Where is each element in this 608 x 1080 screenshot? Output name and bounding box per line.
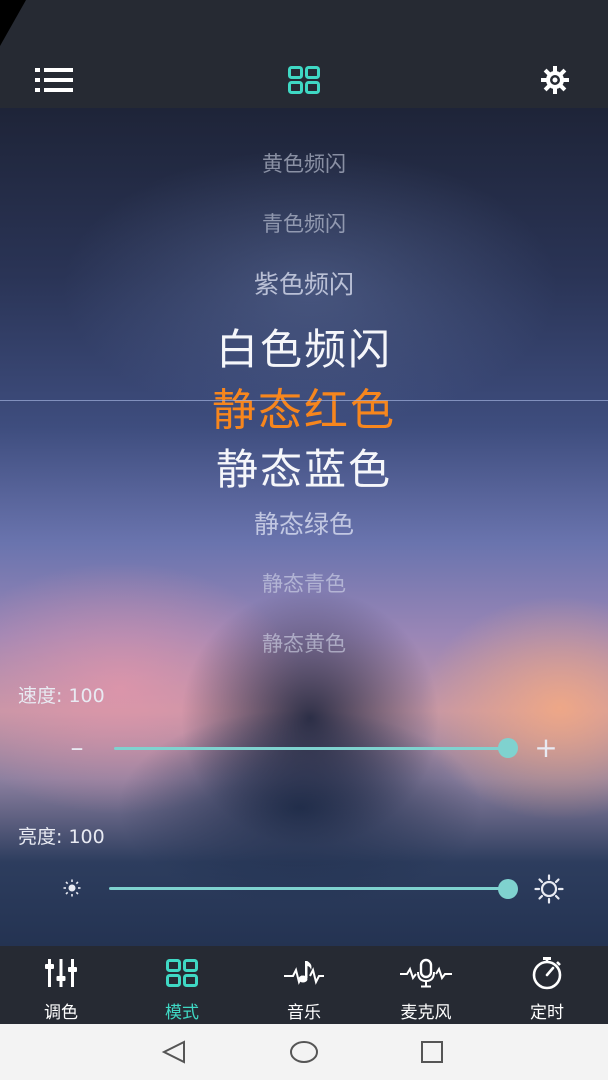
nav-label: 调色 bbox=[44, 1003, 78, 1023]
sliders-icon bbox=[11, 956, 111, 990]
home-circle-icon[interactable] bbox=[274, 1024, 334, 1080]
music-note-icon bbox=[254, 956, 354, 990]
nav-label: 模式 bbox=[165, 1003, 199, 1023]
mode-option[interactable]: 静态青色 bbox=[0, 568, 608, 598]
speed-label-text: 速度: bbox=[18, 685, 63, 707]
mode-option-selected[interactable]: 静态红色 bbox=[0, 374, 608, 438]
brightness-high-icon[interactable] bbox=[532, 872, 566, 906]
brightness-label: 亮度: 100 bbox=[18, 822, 105, 849]
nav-tab-mode[interactable]: 模式 bbox=[132, 946, 232, 1024]
brightness-slider-track[interactable] bbox=[109, 887, 508, 890]
system-navigation-bar bbox=[0, 1024, 608, 1080]
mode-option[interactable]: 黄色频闪 bbox=[0, 148, 608, 178]
mode-option[interactable]: 静态蓝色 bbox=[0, 436, 608, 497]
app-header bbox=[0, 52, 608, 108]
status-bar bbox=[0, 0, 608, 52]
nav-tab-color[interactable]: 调色 bbox=[11, 946, 111, 1024]
nav-tab-microphone[interactable]: 麦克风 bbox=[376, 946, 476, 1024]
brightness-low-icon[interactable] bbox=[60, 876, 84, 900]
grid-icon bbox=[132, 956, 232, 990]
speed-slider-track[interactable] bbox=[114, 747, 508, 750]
speed-increase-button[interactable]: + bbox=[531, 731, 561, 764]
grid-icon[interactable] bbox=[276, 52, 332, 108]
speed-value: 100 bbox=[68, 685, 105, 707]
nav-tab-timer[interactable]: 定时 bbox=[497, 946, 597, 1024]
mode-panel: 黄色频闪 青色频闪 紫色频闪 白色频闪 静态红色 静态蓝色 静态绿色 静态青色 … bbox=[0, 108, 608, 946]
corner-notch bbox=[0, 0, 26, 46]
selection-indicator-line bbox=[0, 400, 608, 401]
brightness-value: 100 bbox=[68, 826, 105, 848]
microphone-icon bbox=[376, 956, 476, 990]
background-mountain bbox=[180, 588, 440, 848]
nav-label: 音乐 bbox=[287, 1003, 321, 1023]
bottom-navigation: 调色 模式 音乐 麦克风 定时 bbox=[0, 946, 608, 1024]
timer-icon bbox=[497, 956, 597, 990]
speed-decrease-button[interactable]: – bbox=[62, 733, 92, 763]
brightness-slider-thumb[interactable] bbox=[498, 879, 518, 899]
gear-icon[interactable] bbox=[527, 52, 583, 108]
mode-option[interactable]: 静态绿色 bbox=[0, 505, 608, 541]
recents-square-icon[interactable] bbox=[402, 1024, 462, 1080]
menu-list-icon[interactable] bbox=[26, 52, 82, 108]
mode-option[interactable]: 白色频闪 bbox=[0, 316, 608, 377]
speed-label: 速度: 100 bbox=[18, 681, 105, 708]
mode-option[interactable]: 紫色频闪 bbox=[0, 265, 608, 301]
nav-label: 麦克风 bbox=[400, 1003, 452, 1023]
back-triangle-icon[interactable] bbox=[144, 1024, 204, 1080]
speed-slider-thumb[interactable] bbox=[498, 738, 518, 758]
mode-option[interactable]: 青色频闪 bbox=[0, 208, 608, 238]
nav-label: 定时 bbox=[530, 1003, 564, 1023]
nav-tab-music[interactable]: 音乐 bbox=[254, 946, 354, 1024]
mode-option[interactable]: 静态黄色 bbox=[0, 628, 608, 658]
brightness-label-text: 亮度: bbox=[18, 826, 63, 848]
